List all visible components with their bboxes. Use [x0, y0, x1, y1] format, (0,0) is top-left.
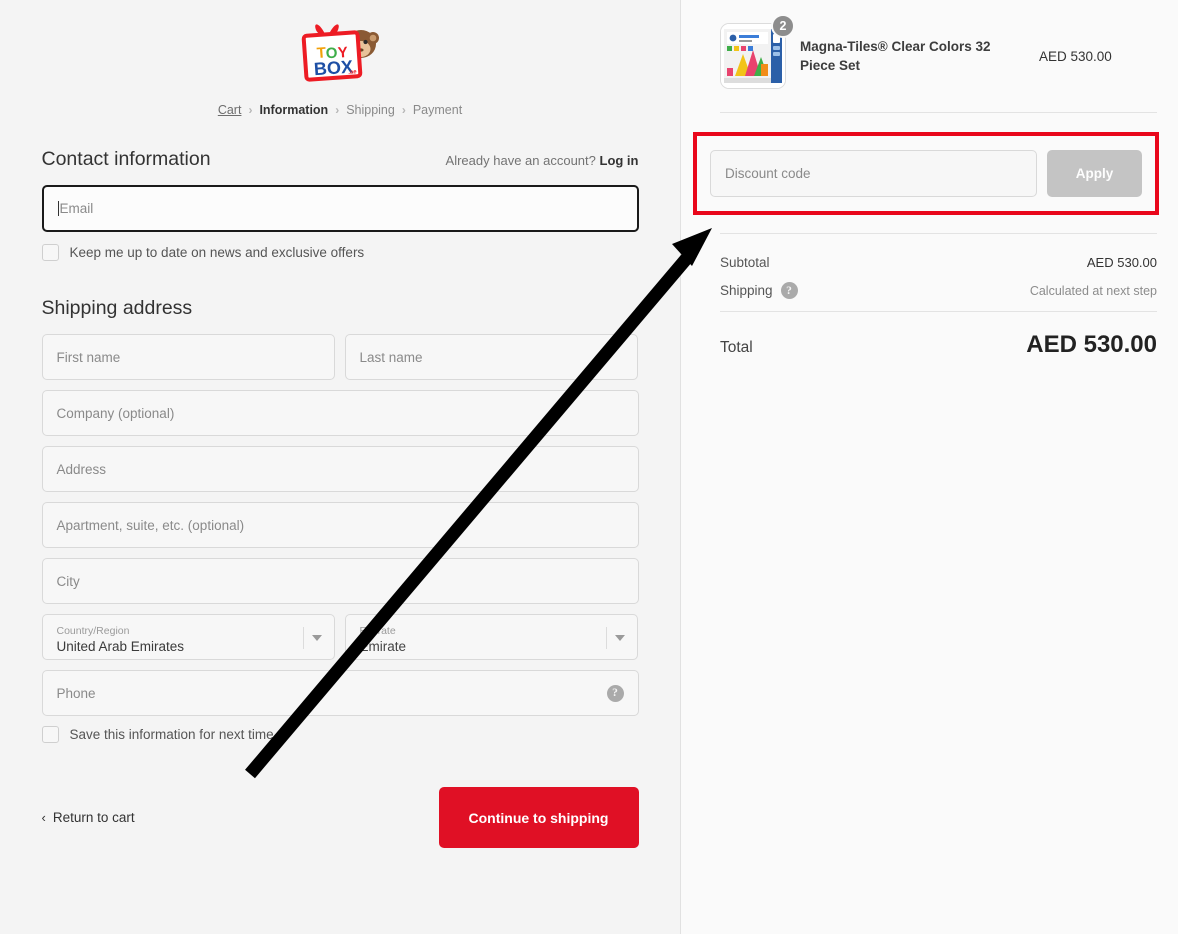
shipping-address-title: Shipping address: [41, 297, 193, 319]
city-input[interactable]: City: [41, 558, 639, 604]
email-input[interactable]: Email: [41, 185, 639, 232]
country-emirate-row: Country/Region United Arab Emirates Emir…: [41, 614, 639, 670]
newsletter-checkbox[interactable]: [41, 244, 59, 261]
order-summary-panel: 2 Magna-Tiles® Clear Colors 32 Piece Set…: [681, 0, 1178, 934]
product-price: AED 530.00: [1039, 48, 1112, 64]
total-label: Total: [720, 339, 753, 356]
breadcrumb-item-information[interactable]: Information: [259, 103, 328, 117]
total-value: AED 530.00: [1026, 331, 1157, 358]
subtotal-label: Subtotal: [720, 255, 770, 270]
phone-placeholder: Phone: [56, 685, 96, 701]
select-divider: [605, 627, 607, 649]
breadcrumb: Cart › Information › Shipping › Payment: [42, 102, 639, 118]
discount-row: Discount code Apply: [710, 150, 1142, 197]
save-info-checkbox-row[interactable]: Save this information for next time: [41, 726, 639, 743]
shipping-row: Shipping ? Calculated at next step: [720, 282, 1157, 299]
totals-section: Subtotal AED 530.00 Shipping ? Calculate…: [720, 255, 1157, 359]
shipping-label-wrap: Shipping ?: [720, 282, 798, 299]
country-region-label: Country/Region: [56, 624, 130, 637]
breadcrumb-separator-icon: ›: [401, 103, 406, 117]
address-input[interactable]: Address: [41, 446, 639, 492]
contact-information-title: Contact information: [41, 148, 211, 170]
first-name-input[interactable]: First name: [41, 334, 335, 380]
product-title: Magna-Tiles® Clear Colors 32 Piece Set: [800, 39, 991, 73]
phone-input[interactable]: Phone ?: [41, 670, 639, 716]
login-prompt-text: Already have an account?: [445, 153, 596, 168]
shipping-value: Calculated at next step: [1029, 283, 1157, 298]
subtotal-row: Subtotal AED 530.00: [720, 255, 1157, 270]
apply-discount-button[interactable]: Apply: [1047, 150, 1142, 197]
form-actions: ‹ Return to cart Continue to shipping: [42, 787, 639, 848]
country-region-select[interactable]: Country/Region United Arab Emirates: [41, 614, 335, 660]
subtotal-value: AED 530.00: [1086, 255, 1157, 270]
help-icon[interactable]: ?: [780, 282, 798, 299]
emirate-select[interactable]: Emirate Emirate: [344, 614, 638, 660]
log-in-link[interactable]: Log in: [600, 153, 639, 168]
toy-box-logo[interactable]: T O Y BOX .ae: [299, 14, 381, 88]
select-divider: [302, 627, 304, 649]
checkout-form-panel: T O Y BOX .ae Cart › Information › Shipp…: [0, 0, 681, 934]
chevron-left-icon: ‹: [41, 810, 46, 825]
save-info-checkbox[interactable]: [41, 726, 59, 743]
newsletter-checkbox-row[interactable]: Keep me up to date on news and exclusive…: [41, 244, 639, 261]
emirate-label: Emirate: [359, 624, 396, 637]
newsletter-label: Keep me up to date on news and exclusive…: [69, 245, 365, 260]
grand-total-row: Total AED 530.00: [720, 331, 1157, 359]
country-region-value: United Arab Emirates: [56, 638, 185, 654]
breadcrumb-item-payment: Payment: [412, 103, 463, 117]
last-name-input[interactable]: Last name: [344, 334, 638, 380]
return-to-cart-label: Return to cart: [52, 810, 135, 825]
breadcrumb-item-shipping: Shipping: [346, 103, 395, 117]
chevron-down-icon[interactable]: [614, 635, 625, 641]
breadcrumb-item-cart[interactable]: Cart: [218, 103, 242, 117]
svg-text:.ae: .ae: [348, 69, 357, 76]
chevron-down-icon[interactable]: [311, 635, 322, 641]
help-icon[interactable]: ?: [606, 684, 624, 702]
shipping-label: Shipping: [720, 283, 773, 298]
order-line-item: 2 Magna-Tiles® Clear Colors 32 Piece Set…: [720, 14, 1157, 89]
discount-divider: [720, 233, 1157, 234]
login-prompt: Already have an account? Log in: [446, 153, 639, 168]
continue-to-shipping-button[interactable]: Continue to shipping: [438, 787, 639, 848]
text-caret: [57, 201, 59, 216]
summary-divider: [720, 112, 1157, 113]
breadcrumb-separator-icon: ›: [335, 103, 340, 117]
total-divider: [720, 311, 1157, 312]
breadcrumb-separator-icon: ›: [248, 103, 253, 117]
apartment-input[interactable]: Apartment, suite, etc. (optional): [41, 502, 639, 548]
shipping-address-header: Shipping address: [42, 297, 639, 320]
store-logo-wrap[interactable]: T O Y BOX .ae: [42, 14, 639, 88]
discount-code-input[interactable]: Discount code: [710, 150, 1037, 197]
email-placeholder: Email: [59, 201, 94, 216]
discount-highlight-annotation: Discount code Apply: [693, 132, 1159, 215]
name-fields-row: First name Last name: [41, 334, 639, 390]
emirate-value: Emirate: [359, 638, 407, 654]
company-input[interactable]: Company (optional): [41, 390, 639, 436]
contact-information-header: Contact information Already have an acco…: [42, 148, 639, 171]
product-thumbnail-wrap: 2: [720, 14, 795, 89]
quantity-badge: 2: [771, 14, 795, 38]
save-info-label: Save this information for next time: [69, 727, 274, 742]
return-to-cart-link[interactable]: ‹ Return to cart: [42, 810, 135, 825]
checkout-page: T O Y BOX .ae Cart › Information › Shipp…: [0, 0, 1178, 934]
